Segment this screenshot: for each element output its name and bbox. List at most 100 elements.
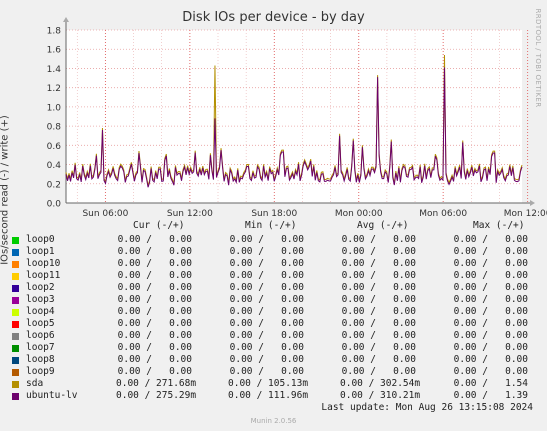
legend-value-min: 0.00 / 0.00 <box>229 282 304 293</box>
legend-header-min: Min (-/+) <box>245 220 297 231</box>
y-tick-label: 1.6 <box>47 46 62 56</box>
legend-value-min: 0.00 / 0.00 <box>229 318 304 329</box>
legend-value-max: 0.00 / 0.00 <box>453 294 528 305</box>
legend-value-cur: 0.00 / 0.00 <box>117 294 192 305</box>
legend-row-loop4: loop4 0.00 / 0.00 0.00 / 0.00 0.00 / 0.00 0.… <box>12 306 532 318</box>
legend-value-max: 0.00 / 0.00 <box>453 258 528 269</box>
legend-value-avg: 0.00 / 0.00 <box>341 306 416 317</box>
legend-header-avg: Avg (-/+) <box>357 220 409 231</box>
legend-value-min: 0.00 / 0.00 <box>229 258 304 269</box>
legend-value-cur: 0.00 / 0.00 <box>117 366 192 377</box>
legend-swatch <box>12 357 19 364</box>
legend-value-avg: 0.00 / 0.00 <box>341 258 416 269</box>
legend-swatch <box>12 237 19 244</box>
legend-swatch <box>12 333 19 340</box>
munin-version: Munin 2.0.56 <box>250 417 297 425</box>
y-tick-label: 0.4 <box>47 161 62 171</box>
legend-row-loop0: loop0 0.00 / 0.00 0.00 / 0.00 0.00 / 0.00 0.… <box>12 234 532 246</box>
x-tick-label: Sun 12:00 <box>167 209 213 219</box>
y-tick-label: 1.8 <box>47 27 62 37</box>
legend-swatch <box>12 261 19 268</box>
legend-value-avg: 0.00 / 310.21m <box>340 390 421 401</box>
legend-series-name: loop6 <box>26 330 55 341</box>
legend-series-name: loop10 <box>26 258 61 269</box>
x-tick-label: Mon 06:00 <box>419 209 467 219</box>
legend-swatch <box>12 309 19 316</box>
legend-value-min: 0.00 / 0.00 <box>229 354 304 365</box>
legend-row-loop10: loop10 0.00 / 0.00 0.00 / 0.00 0.00 / 0.00 0… <box>12 258 532 270</box>
legend-value-max: 0.00 / 0.00 <box>453 330 528 341</box>
legend-value-cur: 0.00 / 0.00 <box>117 330 192 341</box>
legend-row-sda: sda 0.00 / 271.68m 0.00 / 105.13m 0.00 / 30… <box>12 378 532 390</box>
legend-value-cur: 0.00 / 0.00 <box>117 282 192 293</box>
legend-swatch <box>12 273 19 280</box>
legend-value-cur: 0.00 / 0.00 <box>117 246 192 257</box>
legend-value-cur: 0.00 / 0.00 <box>117 354 192 365</box>
legend-series-name: loop4 <box>26 306 55 317</box>
y-tick-label: 0.6 <box>47 142 62 152</box>
legend-value-min: 0.00 / 0.00 <box>229 342 304 353</box>
y-tick-label: 1.0 <box>47 103 62 113</box>
legend-value-avg: 0.00 / 0.00 <box>341 234 416 245</box>
x-tick-label: Mon 00:00 <box>335 209 383 219</box>
legend-value-min: 0.00 / 0.00 <box>229 306 304 317</box>
legend-swatch <box>12 321 19 328</box>
legend-series-name: loop0 <box>26 234 55 245</box>
last-update: Last update: Mon Aug 26 13:15:08 2024 <box>321 402 533 413</box>
legend-value-min: 0.00 / 0.00 <box>229 366 304 377</box>
y-axis-arrow <box>63 17 69 22</box>
legend-value-cur: 0.00 / 0.00 <box>117 342 192 353</box>
legend-row-loop7: loop7 0.00 / 0.00 0.00 / 0.00 0.00 / 0.00 0.… <box>12 342 532 354</box>
y-tick-label: 1.2 <box>47 84 61 94</box>
legend-value-max: 0.00 / 0.00 <box>453 282 528 293</box>
x-tick-label: Sun 18:00 <box>251 209 297 219</box>
legend-value-min: 0.00 / 0.00 <box>229 246 304 257</box>
legend-value-min: 0.00 / 0.00 <box>229 270 304 281</box>
legend-series-name: loop5 <box>26 318 55 329</box>
legend-value-avg: 0.00 / 0.00 <box>341 354 416 365</box>
legend-series-name: loop9 <box>26 366 55 377</box>
legend-value-max: 0.00 / 0.00 <box>453 270 528 281</box>
legend-series-name: loop1 <box>26 246 55 257</box>
legend-value-min: 0.00 / 105.13m <box>228 378 309 389</box>
legend-value-avg: 0.00 / 0.00 <box>341 342 416 353</box>
legend-value-max: 0.00 / 0.00 <box>453 246 528 257</box>
legend-value-max: 0.00 / 0.00 <box>453 366 528 377</box>
legend-value-max: 0.00 / 1.39 <box>453 390 528 401</box>
legend-row-loop2: loop2 0.00 / 0.00 0.00 / 0.00 0.00 / 0.00 0.… <box>12 282 532 294</box>
legend-value-cur: 0.00 / 0.00 <box>117 270 192 281</box>
legend-value-min: 0.00 / 111.96m <box>228 390 309 401</box>
legend-value-max: 0.00 / 0.00 <box>453 306 528 317</box>
legend-value-min: 0.00 / 0.00 <box>229 234 304 245</box>
legend-value-avg: 0.00 / 0.00 <box>341 294 416 305</box>
legend-value-max: 0.00 / 0.00 <box>453 342 528 353</box>
legend-value-cur: 0.00 / 0.00 <box>117 258 192 269</box>
legend-row-loop9: loop9 0.00 / 0.00 0.00 / 0.00 0.00 / 0.00 0.… <box>12 366 532 378</box>
legend-series-name: loop8 <box>26 354 55 365</box>
legend-row-loop1: loop1 0.00 / 0.00 0.00 / 0.00 0.00 / 0.00 0.… <box>12 246 532 258</box>
legend-header-cur: Cur (-/+) <box>133 220 185 231</box>
legend-value-avg: 0.00 / 0.00 <box>341 318 416 329</box>
legend-series-name: loop11 <box>26 270 61 281</box>
legend-swatch <box>12 249 19 256</box>
legend-value-avg: 0.00 / 0.00 <box>341 330 416 341</box>
y-tick-label: 0.2 <box>47 180 61 190</box>
legend-value-max: 0.00 / 0.00 <box>453 318 528 329</box>
legend-row-ubuntu-lv: ubuntu-lv 0.00 / 275.29m 0.00 / 111.96m 0.0… <box>12 390 532 402</box>
legend-value-cur: 0.00 / 275.29m <box>116 390 197 401</box>
legend-swatch <box>12 393 19 400</box>
legend-swatch <box>12 369 19 376</box>
legend-value-avg: 0.00 / 0.00 <box>341 246 416 257</box>
legend-value-max: 0.00 / 0.00 <box>453 354 528 365</box>
legend-value-cur: 0.00 / 271.68m <box>116 378 197 389</box>
legend-swatch <box>12 285 19 292</box>
y-tick-label: 0.8 <box>47 123 62 133</box>
legend-value-avg: 0.00 / 0.00 <box>341 282 416 293</box>
legend-value-cur: 0.00 / 0.00 <box>117 306 192 317</box>
legend-value-min: 0.00 / 0.00 <box>229 330 304 341</box>
legend-series-name: loop3 <box>26 294 55 305</box>
legend-value-cur: 0.00 / 0.00 <box>117 318 192 329</box>
legend-value-avg: 0.00 / 0.00 <box>341 366 416 377</box>
legend-header-max: Max (-/+) <box>473 220 525 231</box>
legend-swatch <box>12 381 19 388</box>
